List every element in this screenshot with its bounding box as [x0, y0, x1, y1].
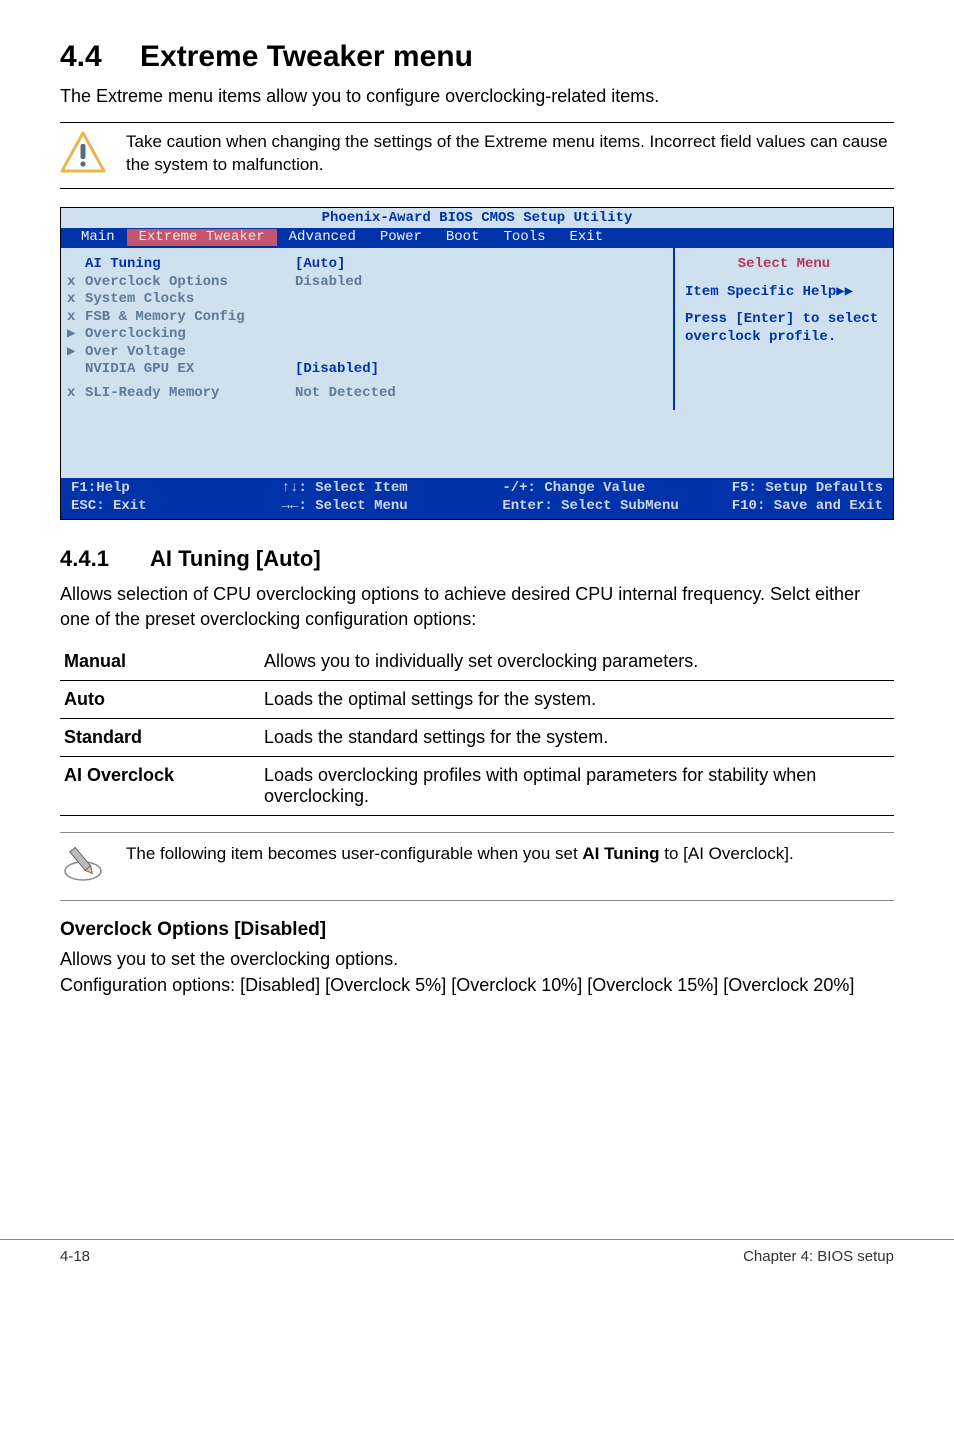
- bios-menu-row[interactable]: xOverclock OptionsDisabled: [67, 274, 663, 292]
- section-heading: 4.4Extreme Tweaker menu: [60, 40, 894, 74]
- info-note-post: to [AI Overclock].: [660, 844, 794, 863]
- bios-tab[interactable]: Boot: [434, 229, 492, 247]
- subsection-number: 4.4.1: [60, 546, 150, 572]
- bios-key-select-submenu: Enter: Select SubMenu: [502, 498, 678, 516]
- info-note-pre: The following item becomes user-configur…: [126, 844, 582, 863]
- bios-row-value: Disabled: [295, 274, 362, 292]
- info-note-bold: AI Tuning: [582, 844, 659, 863]
- bios-menu-items: AI Tuning[Auto]xOverclock OptionsDisable…: [61, 248, 673, 410]
- option-desc: Loads the optimal settings for the syste…: [260, 680, 894, 718]
- bios-tab[interactable]: Tools: [491, 229, 557, 247]
- option-key: Standard: [60, 718, 260, 756]
- bios-menu-row[interactable]: xSystem Clocks: [67, 291, 663, 309]
- bios-key-save-exit: F10: Save and Exit: [732, 498, 883, 516]
- section-title-text: Extreme Tweaker menu: [140, 40, 473, 73]
- option-key: Auto: [60, 680, 260, 718]
- overclock-options-line2: Configuration options: [Disabled] [Overc…: [60, 973, 894, 997]
- options-table: ManualAllows you to individually set ove…: [60, 643, 894, 816]
- option-row: AutoLoads the optimal settings for the s…: [60, 680, 894, 718]
- bios-row-value: Not Detected: [295, 385, 396, 403]
- bios-row-label: Over Voltage: [85, 344, 295, 362]
- bios-footer-keys: F1:Help ↑↓: Select Item -/+: Change Valu…: [61, 478, 893, 519]
- bios-row-marker: x: [67, 291, 85, 309]
- bios-tab[interactable]: Extreme Tweaker: [127, 229, 277, 247]
- bios-menu-row[interactable]: AI Tuning[Auto]: [67, 256, 663, 274]
- bios-key-setup-defaults: F5: Setup Defaults: [732, 480, 883, 498]
- bios-row-marker: ▶: [67, 326, 85, 344]
- bios-tab[interactable]: Advanced: [277, 229, 368, 247]
- caution-icon: [60, 131, 106, 178]
- bios-row-value: [Auto]: [295, 256, 345, 274]
- bios-row-marker: [67, 256, 85, 274]
- bios-help-text: Press [Enter] to select overclock profil…: [685, 311, 883, 346]
- option-desc: Loads overclocking profiles with optimal…: [260, 756, 894, 815]
- bios-row-marker: [67, 361, 85, 379]
- info-note-text: The following item becomes user-configur…: [126, 843, 794, 866]
- option-row: AI OverclockLoads overclocking profiles …: [60, 756, 894, 815]
- overclock-options-heading: Overclock Options [Disabled]: [60, 919, 894, 941]
- info-note: The following item becomes user-configur…: [60, 832, 894, 901]
- subsection-title: AI Tuning [Auto]: [150, 546, 321, 571]
- bios-menu-row[interactable]: ▶Overclocking: [67, 326, 663, 344]
- page-footer: 4-18 Chapter 4: BIOS setup: [0, 1239, 954, 1277]
- bios-row-marker: ▶: [67, 344, 85, 362]
- bios-tab[interactable]: Main: [69, 229, 127, 247]
- caution-note: Take caution when changing the settings …: [60, 122, 894, 189]
- bios-row-marker: x: [67, 274, 85, 292]
- bios-row-value: [Disabled]: [295, 361, 379, 379]
- chapter-label: Chapter 4: BIOS setup: [743, 1248, 894, 1265]
- bios-tab[interactable]: Power: [368, 229, 434, 247]
- bios-menu-row[interactable]: ▶Over Voltage: [67, 344, 663, 362]
- bios-row-label: FSB & Memory Config: [85, 309, 295, 327]
- option-row: StandardLoads the standard settings for …: [60, 718, 894, 756]
- pencil-icon: [60, 843, 106, 888]
- bios-help-panel: Select Menu Item Specific Help▶▶ Press […: [673, 248, 893, 410]
- bios-screenshot: Phoenix-Award BIOS CMOS Setup Utility Ma…: [60, 207, 894, 520]
- caution-text: Take caution when changing the settings …: [126, 131, 894, 177]
- bios-menu-row[interactable]: xSLI-Ready Memory Not Detected: [67, 385, 663, 403]
- option-row: ManualAllows you to individually set ove…: [60, 643, 894, 681]
- section-number: 4.4: [60, 40, 140, 74]
- bios-row-label: System Clocks: [85, 291, 295, 309]
- subsection-description: Allows selection of CPU overclocking opt…: [60, 582, 894, 631]
- bios-menu-row[interactable]: xFSB & Memory Config: [67, 309, 663, 327]
- bios-row-label: SLI-Ready Memory: [85, 385, 295, 403]
- bios-row-label: Overclocking: [85, 326, 295, 344]
- bios-row-label: AI Tuning: [85, 256, 295, 274]
- bios-row-label: Overclock Options: [85, 274, 295, 292]
- option-desc: Allows you to individually set overclock…: [260, 643, 894, 681]
- bios-tab-bar: MainExtreme TweakerAdvancedPowerBootTool…: [61, 228, 893, 249]
- bios-utility-title: Phoenix-Award BIOS CMOS Setup Utility: [61, 208, 893, 228]
- page-number: 4-18: [60, 1248, 90, 1265]
- bios-tab[interactable]: Exit: [558, 229, 616, 247]
- option-key: AI Overclock: [60, 756, 260, 815]
- bios-select-menu-label: Select Menu: [685, 256, 883, 274]
- subsection-heading: 4.4.1AI Tuning [Auto]: [60, 546, 894, 572]
- bios-row-marker: x: [67, 309, 85, 327]
- bios-menu-row[interactable]: NVIDIA GPU EX[Disabled]: [67, 361, 663, 379]
- option-key: Manual: [60, 643, 260, 681]
- intro-paragraph: The Extreme menu items allow you to conf…: [60, 84, 894, 108]
- bios-item-specific-help: Item Specific Help▶▶: [685, 284, 883, 302]
- bios-row-marker: x: [67, 385, 85, 403]
- overclock-options-line1: Allows you to set the overclocking optio…: [60, 947, 894, 971]
- bios-row-label: NVIDIA GPU EX: [85, 361, 295, 379]
- bios-key-change-value: -/+: Change Value: [502, 480, 645, 498]
- option-desc: Loads the standard settings for the syst…: [260, 718, 894, 756]
